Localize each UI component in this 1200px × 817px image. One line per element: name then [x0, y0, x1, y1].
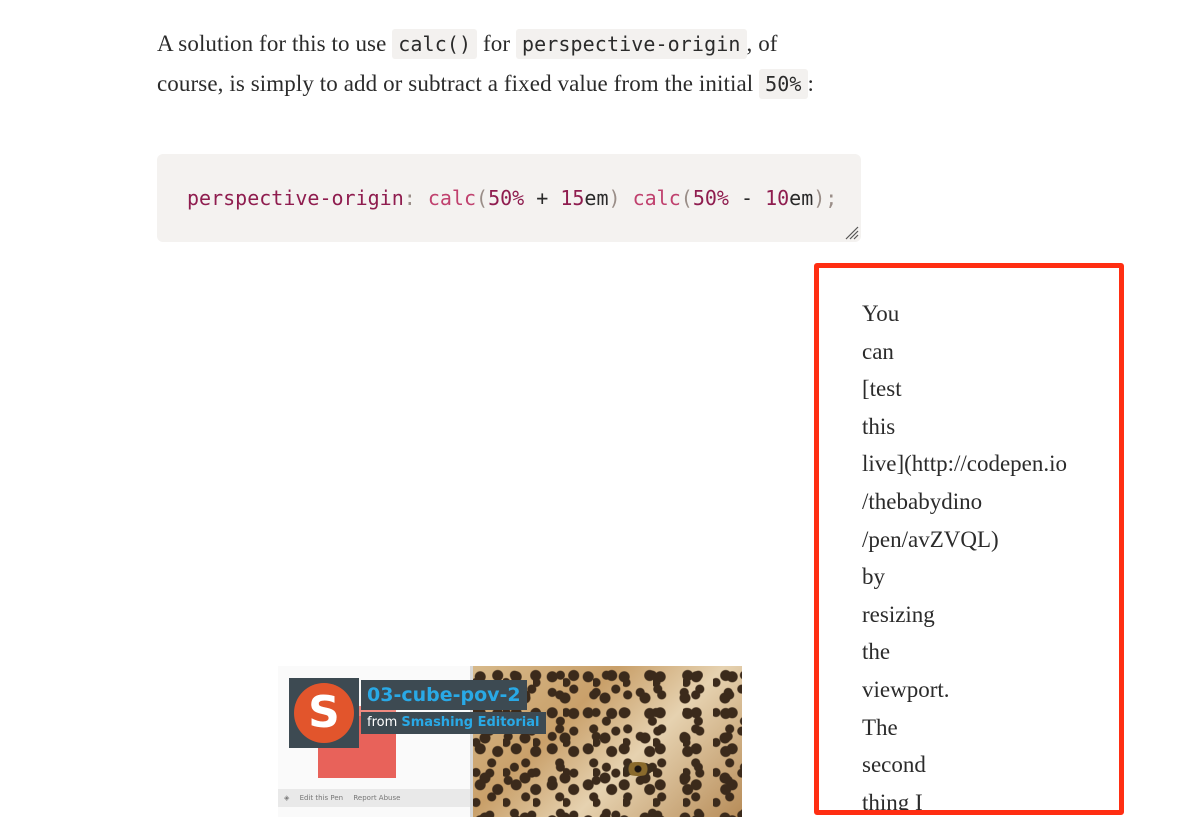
- code-line: perspective-origin: calc(50% + 15em) cal…: [187, 186, 837, 210]
- narrow-word-line: You: [862, 301, 900, 326]
- narrow-word-line: the: [862, 639, 891, 665]
- narrow-word-line: /thebabydino: [862, 488, 983, 514]
- code-operator-1: +: [524, 186, 561, 210]
- code-value-1: 50%: [488, 186, 525, 210]
- code-paren-close-2: ): [813, 186, 826, 210]
- intro-text-3: , of: [746, 31, 778, 56]
- intro-text-4: course, is simply to add or subtract a f…: [157, 71, 760, 96]
- code-paren-open-2: (: [680, 186, 693, 210]
- intro-paragraph: A solution for this to use calc() for pe…: [157, 24, 877, 104]
- inline-code-50-percent: 50%: [759, 69, 808, 99]
- code-property: perspective-origin: [187, 186, 404, 210]
- inline-code-calc: calc(): [392, 29, 478, 59]
- narrow-word-line: /pen/avZVQL): [862, 526, 999, 552]
- code-unit-4: em: [789, 186, 814, 210]
- intro-text-1: A solution for this to use: [157, 31, 393, 56]
- code-unit-2: em: [584, 186, 609, 210]
- report-abuse-link[interactable]: Report Abuse: [353, 794, 400, 802]
- narrow-text-column: You can [test this live](http://codepen.io/t…: [862, 295, 1112, 815]
- intro-text-5: :: [807, 71, 815, 96]
- embed-title-badge: S 03-cube-pov-2 from Smashing Editorial: [289, 678, 546, 748]
- code-value-2: 15: [560, 186, 585, 210]
- smashing-logo-icon: S: [294, 683, 354, 743]
- code-value-4: 10: [765, 186, 790, 210]
- narrow-word-line: thing I: [862, 789, 923, 815]
- narrow-word-line: resizing: [862, 601, 935, 627]
- narrow-word-line: viewport.: [862, 676, 950, 702]
- embed-from-label: from: [367, 715, 402, 730]
- smashing-logo: S: [289, 678, 359, 748]
- code-colon: :: [403, 186, 416, 210]
- embed-pen-title[interactable]: 03-cube-pov-2: [361, 680, 527, 710]
- narrow-word-line: second: [862, 752, 926, 778]
- code-paren-close-1: ): [608, 186, 621, 210]
- code-block[interactable]: perspective-origin: calc(50% + 15em) cal…: [157, 154, 861, 242]
- code-operator-2: -: [728, 186, 766, 210]
- inline-code-perspective-origin: perspective-origin: [515, 29, 747, 59]
- narrow-word-line: by: [862, 564, 885, 590]
- embed-author-link[interactable]: Smashing Editorial: [401, 715, 539, 730]
- narrow-word-line: this: [862, 413, 896, 439]
- intro-text-2: for: [477, 31, 516, 56]
- edit-pen-link[interactable]: Edit this Pen: [300, 794, 344, 802]
- article-page: A solution for this to use calc() for pe…: [0, 0, 1200, 817]
- code-semicolon: ;: [825, 186, 838, 210]
- codepen-icon: ◈: [284, 794, 290, 802]
- resize-handle-icon[interactable]: [843, 224, 859, 240]
- narrow-word-line: can: [862, 338, 894, 364]
- embed-author-line: from Smashing Editorial: [361, 712, 546, 734]
- code-value-3: 50%: [692, 186, 729, 210]
- code-function-1: calc: [427, 186, 477, 210]
- embed-footer: ◈ Edit this Pen Report Abuse: [278, 789, 470, 807]
- codepen-embed-preview[interactable]: ◈ Edit this Pen Report Abuse S 03-cube-p…: [278, 666, 742, 817]
- code-paren-open-1: (: [476, 186, 489, 210]
- highlighted-narrow-column: You can [test this live](http://codepen.io/t…: [814, 263, 1124, 815]
- narrow-word-line: The: [862, 714, 898, 740]
- code-function-2: calc: [632, 186, 681, 210]
- leopard-eye: [623, 762, 653, 776]
- narrow-word-line: [test: [862, 376, 902, 402]
- narrow-word-line: live](http://codepen.io: [862, 451, 1068, 477]
